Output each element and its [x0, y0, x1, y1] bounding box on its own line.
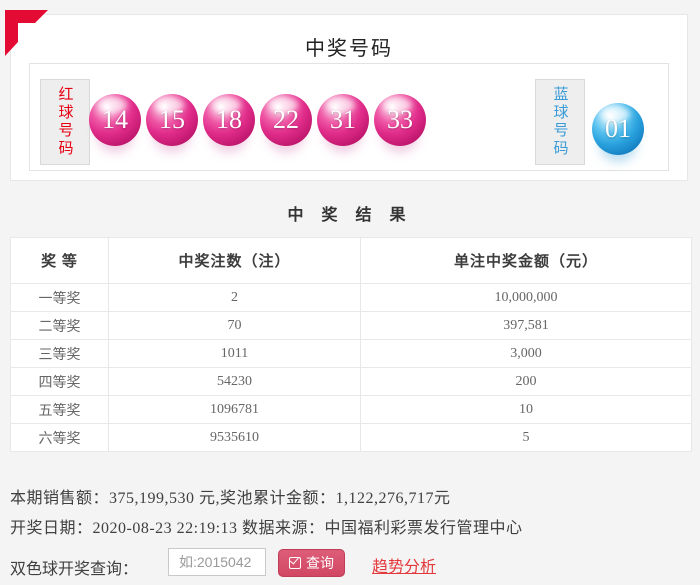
amount-cell: 3,000	[360, 339, 692, 368]
red-ball-number: 33	[387, 105, 413, 134]
red-ball-number: 14	[102, 105, 128, 134]
column-header-amount: 单注中奖金额（元）	[360, 237, 692, 284]
blue-ball: 01	[592, 103, 644, 155]
count-cell: 2	[108, 283, 361, 312]
prize-level-cell: 二等奖	[10, 311, 109, 340]
count-cell: 70	[108, 311, 361, 340]
red-ball: 18	[203, 94, 255, 146]
red-ball: 15	[146, 94, 198, 146]
amount-cell: 200	[360, 367, 692, 396]
winning-numbers-title: 中奖号码	[305, 38, 393, 60]
table-row: 一等奖 2 10,000,000	[10, 283, 692, 312]
red-ball-number: 18	[216, 105, 242, 134]
amount-cell: 10,000,000	[360, 283, 692, 312]
draw-date-text: 开奖日期：2020-08-23 22:19:13 数据来源：中国福利彩票发行管理…	[10, 520, 523, 537]
red-ball: 33	[374, 94, 426, 146]
table-row: 五等奖 1096781 10	[10, 395, 692, 424]
prize-level-cell: 三等奖	[10, 339, 109, 368]
table-row: 六等奖 9535610 5	[10, 423, 692, 452]
red-ball: 31	[317, 94, 369, 146]
red-ball: 22	[260, 94, 312, 146]
prize-level-cell: 五等奖	[10, 395, 109, 424]
table-row: 三等奖 1011 3,000	[10, 339, 692, 368]
red-ball-number: 31	[330, 105, 356, 134]
results-title: 中 奖 结 果	[287, 207, 413, 224]
amount-cell: 5	[360, 423, 692, 452]
query-button-label: 查询	[306, 555, 334, 571]
red-ball: 14	[89, 94, 141, 146]
table-row: 四等奖 54230 200	[10, 367, 692, 396]
table-row: 二等奖 70 397,581	[10, 311, 692, 340]
red-balls-group: 14 15 18 22 31 33	[89, 94, 426, 146]
issue-number-input[interactable]	[168, 548, 266, 576]
red-ball-section-label: 红球号码	[40, 79, 90, 165]
lottery-result-page: 中奖号码 红球号码 14 15 18 22 31 33 蓝球号码 01 中 奖 结 果 奖…	[0, 0, 700, 585]
table-header-row: 奖 等 中奖注数（注） 单注中奖金额（元）	[10, 237, 692, 284]
winning-numbers-panel: 中奖号码 红球号码 14 15 18 22 31 33 蓝球号码 01	[10, 14, 688, 181]
sales-summary-text: 本期销售额：375,199,530 元,奖池累计金额：1,122,276,717…	[10, 490, 451, 507]
query-label: 双色球开奖查询：	[10, 561, 139, 578]
red-ball-number: 22	[273, 105, 299, 134]
count-cell: 1096781	[108, 395, 361, 424]
trend-analysis-link[interactable]: 趋势分析	[372, 553, 436, 577]
query-button[interactable]: 查询	[278, 549, 345, 577]
red-ball-number: 15	[159, 105, 185, 134]
blue-ball-number: 01	[605, 114, 631, 143]
count-cell: 54230	[108, 367, 361, 396]
checkbox-icon	[289, 557, 301, 569]
results-table: 奖 等 中奖注数（注） 单注中奖金额（元） 一等奖 2 10,000,000 二等奖 7…	[10, 237, 692, 452]
amount-cell: 397,581	[360, 311, 692, 340]
prize-level-cell: 四等奖	[10, 367, 109, 396]
count-cell: 1011	[108, 339, 361, 368]
amount-cell: 10	[360, 395, 692, 424]
column-header-level: 奖 等	[10, 237, 109, 284]
prize-level-cell: 一等奖	[10, 283, 109, 312]
column-header-count: 中奖注数（注）	[108, 237, 361, 284]
balls-box: 红球号码 14 15 18 22 31 33 蓝球号码 01	[29, 63, 669, 171]
prize-level-cell: 六等奖	[10, 423, 109, 452]
count-cell: 9535610	[108, 423, 361, 452]
blue-ball-section-label: 蓝球号码	[535, 79, 585, 165]
blue-ball-group: 01	[592, 103, 644, 155]
